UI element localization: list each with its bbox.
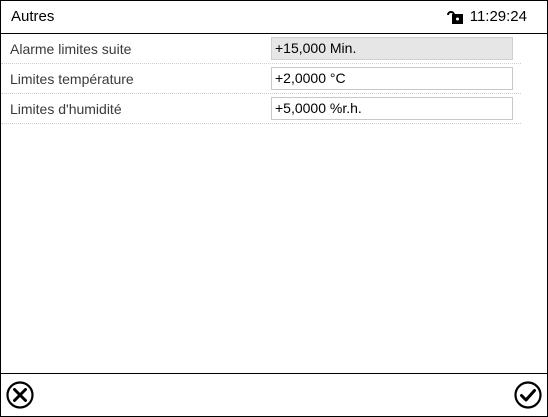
clock-time: 11:29:24 [469, 7, 527, 25]
setting-row-temperature-limits: Limites température +2,0000 °C [1, 64, 521, 94]
settings-screen: Autres 11:29:24 Alarme limites suite +15… [0, 0, 548, 417]
checkmark-icon [514, 381, 542, 409]
setting-label: Limites température [10, 71, 134, 87]
cancel-icon [6, 381, 34, 409]
cancel-button[interactable] [5, 380, 35, 410]
setting-label: Limites d'humidité [10, 101, 122, 117]
alarm-delay-field[interactable]: +15,000 Min. [271, 37, 513, 60]
page-title: Autres [11, 8, 55, 25]
footer-divider [1, 373, 547, 374]
header-bar: Autres 11:29:24 [1, 1, 547, 34]
temperature-limits-field[interactable]: +2,0000 °C [271, 67, 513, 90]
unlocked-padlock-icon [446, 11, 463, 24]
confirm-button[interactable] [513, 380, 543, 410]
setting-row-humidity-limits: Limites d'humidité +5,0000 %r.h. [1, 94, 521, 124]
setting-row-alarm-delay: Alarme limites suite +15,000 Min. [1, 34, 521, 64]
humidity-limits-field[interactable]: +5,0000 %r.h. [271, 97, 513, 120]
status-area: 11:29:24 [446, 7, 527, 25]
setting-label: Alarme limites suite [10, 41, 132, 57]
